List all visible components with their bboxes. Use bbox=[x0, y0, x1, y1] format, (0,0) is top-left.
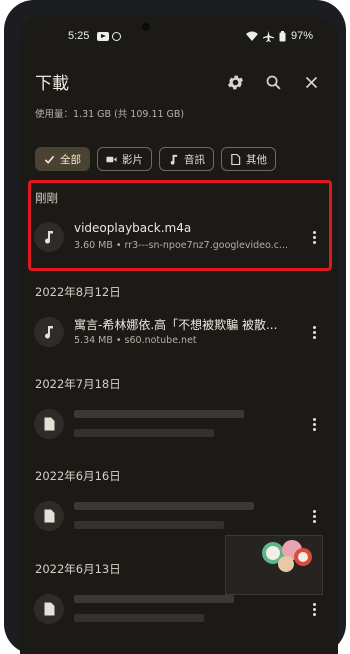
status-indicators: 97% bbox=[246, 30, 313, 42]
more-options-icon[interactable] bbox=[304, 322, 324, 342]
gear-icon[interactable] bbox=[223, 70, 247, 94]
check-icon bbox=[44, 155, 55, 164]
chip-label: 全部 bbox=[60, 153, 81, 166]
redacted-file-name bbox=[74, 502, 254, 510]
redacted-file-meta bbox=[74, 429, 214, 437]
battery-percent: 97% bbox=[291, 30, 314, 42]
chip-video[interactable]: 影片 bbox=[97, 147, 152, 171]
section-header: 2022年6月16日 bbox=[35, 469, 121, 483]
airplane-icon bbox=[263, 30, 274, 42]
redacted-file-meta bbox=[74, 521, 224, 529]
section-header: 2022年8月12日 bbox=[35, 285, 121, 299]
screen: 5:25 97% 下載 使用量：1.31 GB (共 109.11 GB) 全部… bbox=[20, 16, 338, 654]
chip-other[interactable]: 其他 bbox=[221, 147, 276, 171]
music-note-icon bbox=[34, 317, 64, 347]
status-bar: 5:25 97% bbox=[20, 28, 338, 46]
watermark-logo bbox=[225, 535, 323, 595]
wifi-icon bbox=[246, 31, 258, 41]
document-icon bbox=[231, 153, 241, 165]
file-name: 寓言-希林娜依.高「不想被欺騙 被散... bbox=[74, 318, 278, 332]
phone-frame: 5:25 97% 下載 使用量：1.31 GB (共 109.11 GB) 全部… bbox=[4, 0, 346, 654]
filter-chips: 全部 影片 音訊 其他 bbox=[35, 147, 276, 171]
redacted-file-name bbox=[74, 410, 244, 418]
storage-usage: 使用量：1.31 GB (共 109.11 GB) bbox=[35, 109, 185, 120]
redacted-file-meta bbox=[74, 614, 204, 622]
highlight-box bbox=[28, 180, 332, 271]
battery-icon bbox=[279, 30, 286, 41]
close-icon[interactable] bbox=[299, 70, 323, 94]
page-title: 下載 bbox=[35, 74, 69, 94]
download-item[interactable] bbox=[20, 402, 338, 446]
download-item[interactable]: 寓言-希林娜依.高「不想被欺騙 被散... 5.34 MB • s60.notu… bbox=[20, 310, 338, 354]
section-header: 2022年7月18日 bbox=[35, 377, 121, 391]
youtube-notification-icon bbox=[97, 32, 109, 41]
file-meta: 5.34 MB • s60.notube.net bbox=[74, 335, 197, 346]
search-icon[interactable] bbox=[261, 70, 285, 94]
music-icon bbox=[170, 154, 178, 165]
section-header: 2022年6月13日 bbox=[35, 562, 121, 576]
chip-label: 音訊 bbox=[184, 153, 205, 166]
chip-label: 影片 bbox=[122, 153, 143, 166]
document-icon bbox=[34, 501, 64, 531]
chip-all[interactable]: 全部 bbox=[35, 147, 90, 171]
notification-dot-icon bbox=[112, 32, 121, 41]
document-icon bbox=[34, 409, 64, 439]
video-icon bbox=[106, 156, 117, 162]
chip-audio[interactable]: 音訊 bbox=[159, 147, 214, 171]
more-options-icon[interactable] bbox=[304, 506, 324, 526]
chip-label: 其他 bbox=[246, 153, 267, 166]
redacted-file-name bbox=[74, 595, 234, 603]
app-bar: 下載 bbox=[20, 62, 338, 102]
more-options-icon[interactable] bbox=[304, 414, 324, 434]
status-time: 5:25 bbox=[68, 30, 90, 42]
document-icon bbox=[34, 594, 64, 624]
more-options-icon[interactable] bbox=[304, 599, 324, 619]
download-item[interactable] bbox=[20, 494, 338, 538]
